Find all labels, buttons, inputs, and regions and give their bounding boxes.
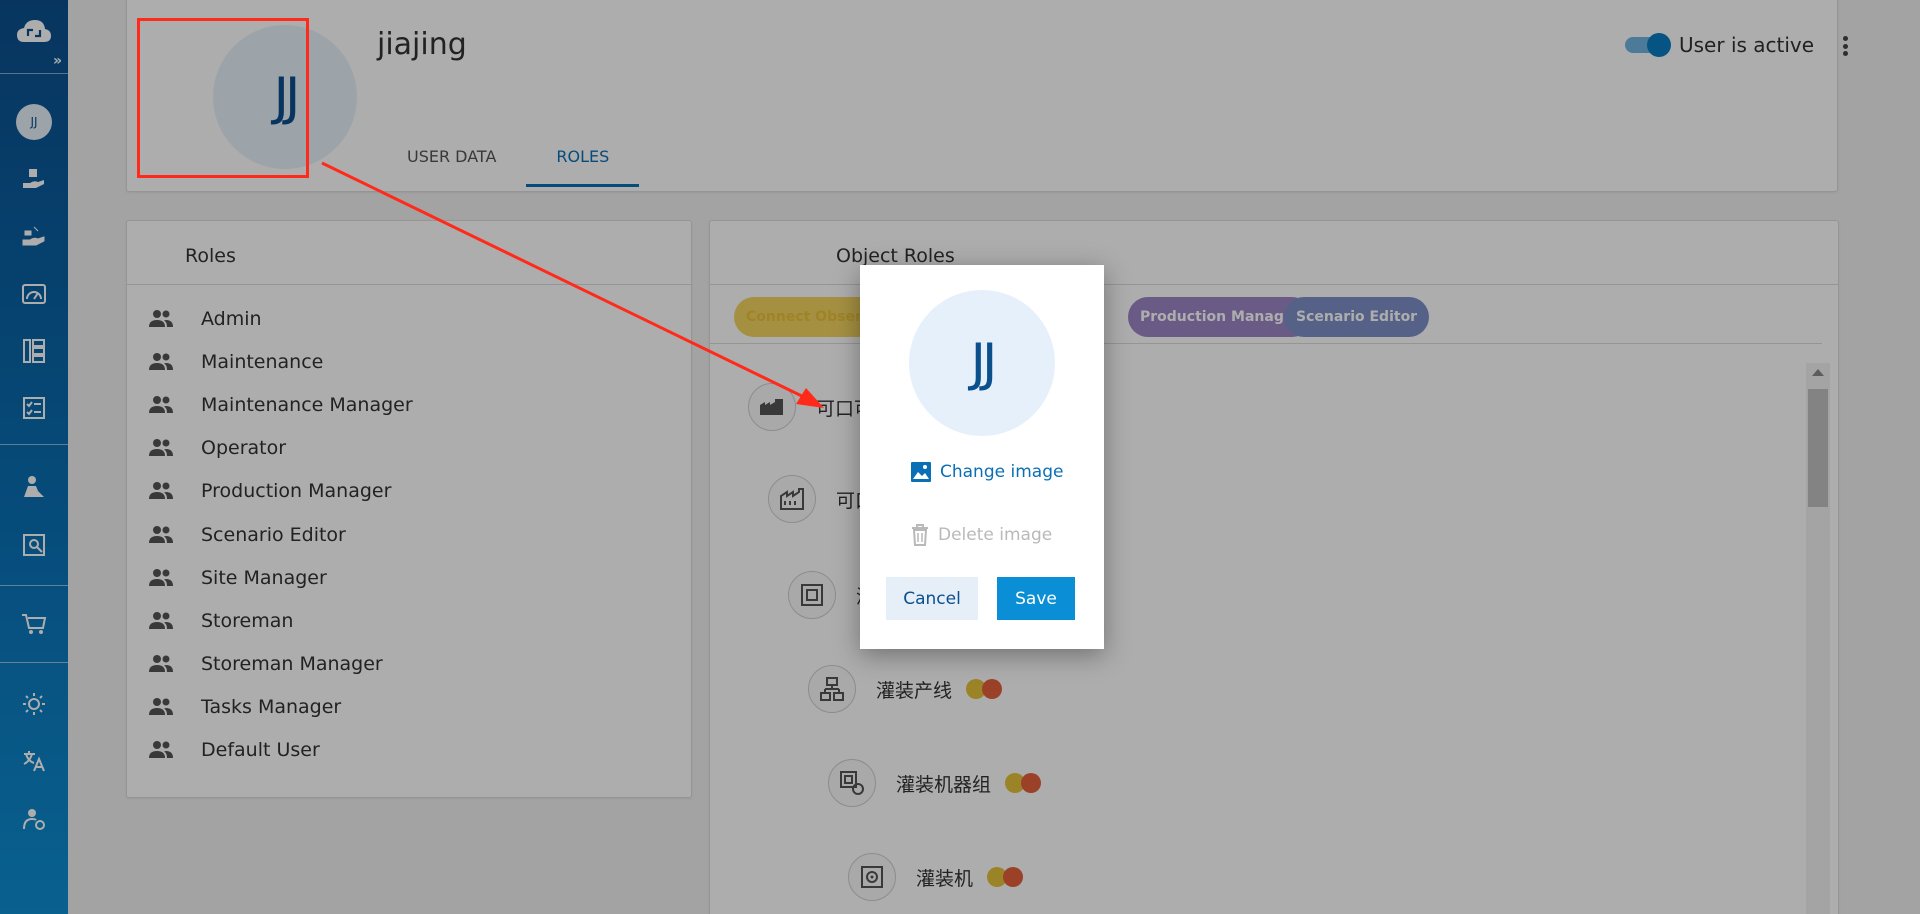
delete-image-label: Delete image <box>938 525 1053 545</box>
avatar: JJ <box>909 290 1055 436</box>
trash-icon <box>912 524 928 546</box>
change-image-label: Change image <box>940 462 1064 482</box>
cancel-button[interactable]: Cancel <box>886 577 978 620</box>
change-image-button[interactable]: Change image <box>910 461 1063 483</box>
delete-image-button[interactable]: Delete image <box>910 523 1052 547</box>
save-button[interactable]: Save <box>997 577 1075 620</box>
change-avatar-dialog: JJ Change image Delete image Cancel Save <box>860 265 1104 649</box>
image-icon <box>911 462 931 482</box>
annotation-highlight-box <box>137 18 309 178</box>
